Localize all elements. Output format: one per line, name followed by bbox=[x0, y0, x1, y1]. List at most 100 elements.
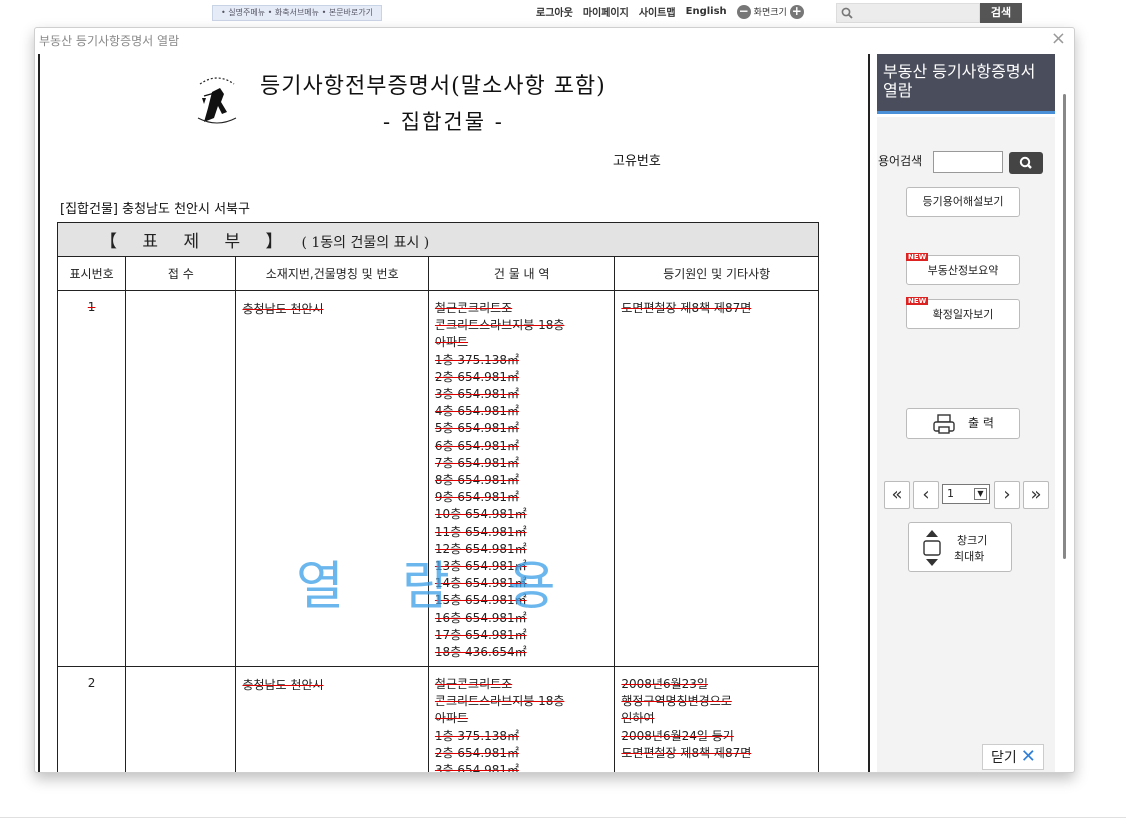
dialog-close-icon[interactable]: × bbox=[1051, 29, 1066, 49]
print-label: 출 력 bbox=[968, 416, 994, 430]
document-subtitle: - 집합건물 - bbox=[383, 110, 504, 134]
first-page-button[interactable]: « bbox=[884, 481, 910, 509]
prev-page-button[interactable]: ‹ bbox=[913, 481, 939, 509]
side-panel: 부동산 등기사항증명서 열람 용어검색 등기용어해설보기 NEW 부동산정보요약… bbox=[868, 54, 1066, 772]
term-search-label: 용어검색 bbox=[878, 154, 923, 168]
display-number-cell: 1 bbox=[56, 290, 127, 667]
register-entry-line: 도면편철장 제8책 제87면 bbox=[621, 745, 752, 760]
register-entry-line: 11층 654.981㎡ bbox=[434, 524, 527, 539]
table-row: 2 충청남도 천안시 철근콘크리트조 콘크리트스라브지붕 18층 아파트 1층 375… bbox=[56, 666, 819, 773]
english-link[interactable]: English bbox=[686, 6, 727, 17]
unique-number-label: 고유번호 bbox=[613, 154, 661, 169]
column-header: 표시번호 bbox=[56, 256, 127, 291]
display-number: 2 bbox=[87, 676, 96, 690]
zoom-out-icon[interactable]: − bbox=[736, 4, 751, 19]
register-entry-line: 2층 654.981㎡ bbox=[434, 745, 520, 760]
skip-links[interactable]: • 실명주메뉴 • 화축서브메뉴 • 본문바로가기 bbox=[212, 5, 382, 21]
term-search-input[interactable] bbox=[933, 151, 1003, 173]
register-entry-line: 7층 654.981㎡ bbox=[434, 455, 520, 470]
new-badge: NEW bbox=[906, 253, 929, 261]
logout-link[interactable]: 로그아웃 bbox=[536, 4, 573, 19]
register-entry-line: 1층 375.138㎡ bbox=[434, 352, 520, 367]
zoom-label: 화면크기 bbox=[753, 8, 787, 18]
register-entry-line: 12층 654.981㎡ bbox=[434, 541, 527, 556]
table-row: 1 충청남도 천안시 철근콘크리트조 콘크리트스라브지붕 18층 아파트 1층 375… bbox=[56, 290, 819, 667]
register-entry-line: 10층 654.981㎡ bbox=[434, 507, 527, 522]
search-icon bbox=[841, 7, 853, 19]
close-label: 닫기 bbox=[991, 750, 1017, 766]
register-entry-line: 3층 654.981㎡ bbox=[434, 763, 520, 773]
register-entry-line: 인하여 bbox=[621, 711, 655, 726]
court-seal-icon bbox=[197, 77, 237, 124]
new-badge: NEW bbox=[906, 297, 929, 305]
sitemap-link[interactable]: 사이트맵 bbox=[639, 4, 676, 19]
document-left-border bbox=[38, 54, 40, 772]
close-button[interactable]: 닫기 ✕ bbox=[982, 744, 1044, 770]
receipt-cell bbox=[125, 666, 237, 772]
mypage-link[interactable]: 마이페이지 bbox=[583, 4, 629, 19]
zoom-in-icon[interactable]: + bbox=[789, 4, 804, 19]
register-entry-line: 아파트 bbox=[434, 335, 469, 350]
site-search-button[interactable]: 검색 bbox=[980, 3, 1022, 23]
document-title: 등기사항전부증명서(말소사항 포함) bbox=[260, 74, 606, 99]
maximize-window-button[interactable]: 창크기 최대화 bbox=[908, 522, 1012, 572]
zoom-control: − 화면크기 + bbox=[736, 4, 804, 19]
register-entry-line: 9층 654.981㎡ bbox=[434, 490, 520, 505]
maximize-label-line2: 최대화 bbox=[954, 550, 985, 563]
cause-cell: 2008년6월23일행정구역명칭변경으로인하여 2008년6월24일 등기도면편철… bbox=[614, 666, 819, 772]
receipt-cell bbox=[125, 290, 237, 667]
column-header: 소재지번,건물명칭 및 번호 bbox=[235, 256, 429, 291]
side-panel-border bbox=[868, 54, 870, 772]
last-page-button[interactable]: » bbox=[1023, 481, 1049, 509]
building-address: [집합건물] 충청남도 천안시 서북구 bbox=[60, 202, 250, 217]
column-header-row: 표시번호 접 수 소재지번,건물명칭 및 번호 건 물 내 역 등기원인 및 기… bbox=[56, 256, 819, 291]
location-cell: 충청남도 천안시 bbox=[235, 290, 429, 667]
maximize-label-line1: 창크기 bbox=[957, 534, 988, 547]
printer-icon bbox=[933, 413, 955, 434]
page-bottom-border bbox=[0, 817, 1126, 818]
location-text: 충청남도 천안시 bbox=[242, 678, 324, 692]
register-entry-line: 아파트 bbox=[434, 711, 469, 726]
top-bar: • 실명주메뉴 • 화축서브메뉴 • 본문바로가기 로그아웃 마이페이지 사이트… bbox=[0, 0, 1126, 26]
register-entry-line: 2008년6월23일 bbox=[621, 677, 708, 691]
register-entry-line: 2008년6월24일 등기 bbox=[621, 728, 734, 743]
confirm-date-label: 확정일자보기 bbox=[932, 308, 994, 321]
page-select[interactable]: 1 ▼ bbox=[942, 484, 990, 504]
side-scrollbar[interactable] bbox=[1063, 94, 1066, 559]
column-header: 접 수 bbox=[125, 256, 237, 291]
location-text: 충청남도 천안시 bbox=[242, 302, 324, 316]
print-button[interactable]: 출 력 bbox=[906, 408, 1020, 439]
display-number-cell: 2 bbox=[56, 666, 127, 772]
building-details-cell: 철근콘크리트조 콘크리트스라브지붕 18층 아파트 1층 375.138㎡ 2층 654… bbox=[427, 666, 616, 773]
register-entry-line: 3층 654.981㎡ bbox=[434, 387, 520, 402]
viewer-dialog: 부동산 등기사항증명서 열람 × 등기사항전부증명서(말소사항 포함) - 집합… bbox=[34, 27, 1075, 773]
register-entry-line: 8층 654.981㎡ bbox=[434, 473, 520, 488]
register-entry-line: 18층 436.654㎡ bbox=[434, 645, 527, 660]
property-summary-button[interactable]: NEW 부동산정보요약 bbox=[906, 253, 1020, 285]
register-entry-line: 도면편철장 제8책 제87면 bbox=[621, 301, 752, 315]
site-search-input[interactable] bbox=[836, 3, 980, 23]
next-page-button[interactable]: › bbox=[994, 481, 1020, 509]
column-header: 등기원인 및 기타사항 bbox=[614, 256, 819, 291]
close-icon: ✕ bbox=[1020, 746, 1036, 767]
dialog-title: 부동산 등기사항증명서 열람 bbox=[39, 34, 180, 48]
term-search-button[interactable] bbox=[1009, 152, 1043, 174]
building-details-cell: 철근콘크리트조 콘크리트스라브지붕 18층 아파트 1층 375.138㎡ 2층 654… bbox=[427, 290, 616, 667]
register-entry-line: 13층 654.981㎡ bbox=[434, 559, 527, 574]
document-view[interactable]: 등기사항전부증명서(말소사항 포함) - 집합건물 - 고유번호 [집합건물] … bbox=[38, 54, 868, 773]
register-entry-line: 6층 654.981㎡ bbox=[434, 438, 520, 453]
register-entry-line: 행정구역명칭변경으로 bbox=[621, 694, 732, 709]
top-links: 로그아웃 마이페이지 사이트맵 English − 화면크기 + bbox=[536, 4, 804, 19]
register-entry-line: 17층 654.981㎡ bbox=[434, 627, 527, 642]
section-header: 【 표 제 부 】 ( 1동의 건물의 표시 ) bbox=[57, 222, 819, 257]
register-entry-line: 1층 375.138㎡ bbox=[434, 728, 520, 743]
register-entry-line: 4층 654.981㎡ bbox=[434, 404, 520, 419]
property-summary-label: 부동산정보요약 bbox=[927, 264, 999, 277]
side-panel-header: 부동산 등기사항증명서 열람 bbox=[877, 54, 1055, 114]
register-entry-line: 콘크리트스라브지붕 18층 bbox=[434, 694, 565, 709]
register-entry-line: 2층 654.981㎡ bbox=[434, 369, 520, 384]
glossary-button[interactable]: 등기용어해설보기 bbox=[906, 187, 1020, 217]
register-entry-line: 15층 654.981㎡ bbox=[434, 593, 527, 608]
page-value: 1 bbox=[947, 487, 954, 500]
confirm-date-button[interactable]: NEW 확정일자보기 bbox=[906, 297, 1020, 329]
